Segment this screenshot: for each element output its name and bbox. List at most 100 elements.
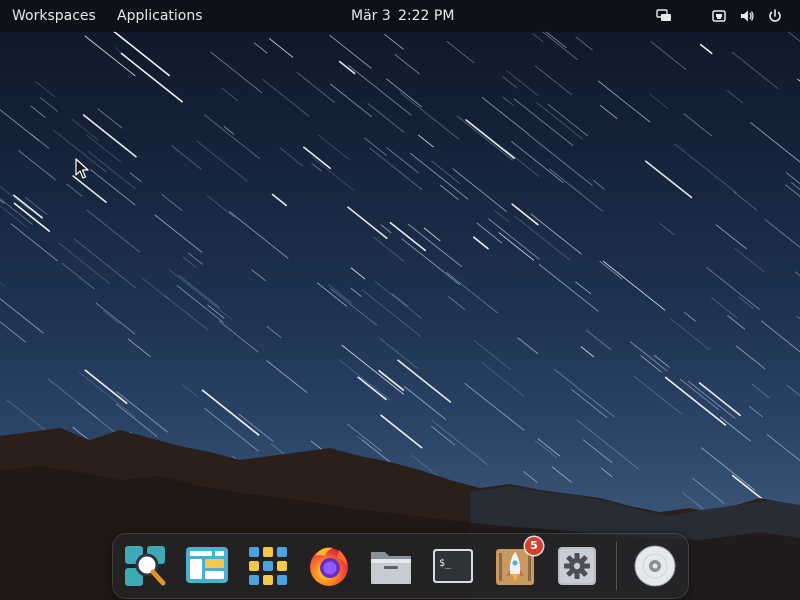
star-trail: [13, 202, 51, 232]
gear-icon: [558, 547, 596, 585]
star-trail: [735, 345, 766, 370]
star-trail: [161, 194, 183, 211]
star-trail: [536, 102, 584, 140]
star-trail: [751, 383, 770, 399]
star-trail: [238, 413, 274, 442]
star-trail: [580, 346, 595, 358]
star-trail: [633, 375, 682, 415]
applications-button[interactable]: Applications: [117, 0, 203, 32]
star-trail: [502, 76, 518, 89]
star-trail: [0, 321, 27, 343]
star-trail: [350, 287, 362, 297]
star-trail: [431, 160, 461, 185]
dock-app-grid[interactable]: [246, 544, 290, 588]
star-trail: [253, 42, 268, 54]
star-trail: [401, 238, 460, 285]
star-trail: [791, 182, 800, 190]
star-trail: [597, 80, 651, 123]
star-trail: [348, 65, 412, 116]
star-trail: [66, 183, 83, 197]
star-trail: [440, 184, 459, 200]
star-trail: [683, 113, 713, 137]
cd-icon: [634, 545, 676, 587]
desktop[interactable]: Workspaces Applications Mär 3 2:22 PM $_…: [0, 0, 800, 600]
dock-app-firefox[interactable]: [307, 544, 351, 588]
star-trail: [719, 416, 751, 442]
star-trail: [266, 360, 308, 393]
star-trail: [251, 269, 267, 282]
star-trail: [537, 438, 561, 457]
star-trail: [39, 97, 59, 112]
dock-app-files[interactable]: [369, 544, 413, 588]
star-trail: [221, 87, 239, 102]
star-trail: [785, 184, 800, 197]
star-trail: [391, 293, 408, 307]
star-trail: [103, 310, 120, 324]
star-trail: [203, 114, 261, 160]
star-trail: [511, 140, 564, 183]
network-icon[interactable]: [711, 8, 727, 24]
star-trail: [602, 260, 666, 311]
star-trail: [311, 162, 322, 172]
star-trail: [650, 41, 687, 70]
date-label[interactable]: Mär 3: [351, 0, 391, 32]
power-icon[interactable]: [767, 8, 783, 24]
star-trail: [168, 268, 233, 321]
star-trail: [649, 93, 669, 110]
star-trail: [538, 264, 599, 312]
star-trail: [210, 51, 263, 93]
star-trail: [86, 134, 122, 163]
volume-icon[interactable]: [739, 8, 755, 24]
star-trail: [196, 140, 248, 182]
star-trail: [268, 38, 294, 58]
star-trail: [494, 210, 510, 223]
update-count-badge: 5: [525, 537, 543, 555]
star-trails-wallpaper: [0, 30, 800, 600]
star-trail: [129, 172, 142, 183]
star-trail: [727, 90, 744, 104]
star-trail: [228, 211, 289, 259]
star-trail: [181, 384, 198, 398]
star-trail: [86, 209, 141, 253]
star-trail: [82, 114, 137, 158]
star-trail: [731, 51, 779, 89]
workspaces-button[interactable]: Workspaces: [12, 0, 96, 32]
star-trail: [511, 203, 539, 226]
star-trail: [583, 439, 613, 464]
dock-app-search[interactable]: [123, 544, 167, 588]
display-icon[interactable]: [656, 8, 672, 24]
star-trail: [18, 150, 56, 181]
star-trail: [535, 440, 558, 459]
star-trail: [302, 146, 332, 170]
dock-app-terminal[interactable]: $_: [431, 544, 475, 588]
star-trail: [116, 391, 168, 433]
star-trail: [473, 340, 511, 370]
star-trail: [599, 260, 623, 280]
window-overview-icon: [186, 547, 228, 583]
star-trail: [30, 105, 46, 118]
star-trail: [664, 376, 727, 426]
time-label[interactable]: 2:22 PM: [398, 0, 454, 32]
magnifier-icon: [125, 546, 166, 586]
star-trail: [338, 358, 391, 401]
star-trail: [715, 224, 747, 250]
star-trail: [223, 126, 235, 135]
star-trail: [766, 433, 800, 462]
star-trail: [488, 218, 540, 260]
star-trail: [361, 289, 422, 338]
star-trail: [311, 156, 355, 191]
star-trail: [218, 320, 259, 353]
star-trail: [629, 341, 668, 372]
star-trail: [481, 97, 530, 135]
star-trail: [446, 40, 475, 64]
dock-app-multitasking[interactable]: [185, 544, 229, 588]
dock-app-settings[interactable]: [555, 544, 599, 588]
star-trail: [545, 30, 567, 48]
dock-app-optical-drive[interactable]: [633, 544, 677, 588]
star-trail: [400, 92, 460, 140]
star-trail: [684, 311, 696, 322]
star-trail: [513, 98, 574, 147]
star-trail: [593, 179, 605, 190]
star-trail: [554, 369, 615, 418]
star-trail: [30, 133, 50, 149]
